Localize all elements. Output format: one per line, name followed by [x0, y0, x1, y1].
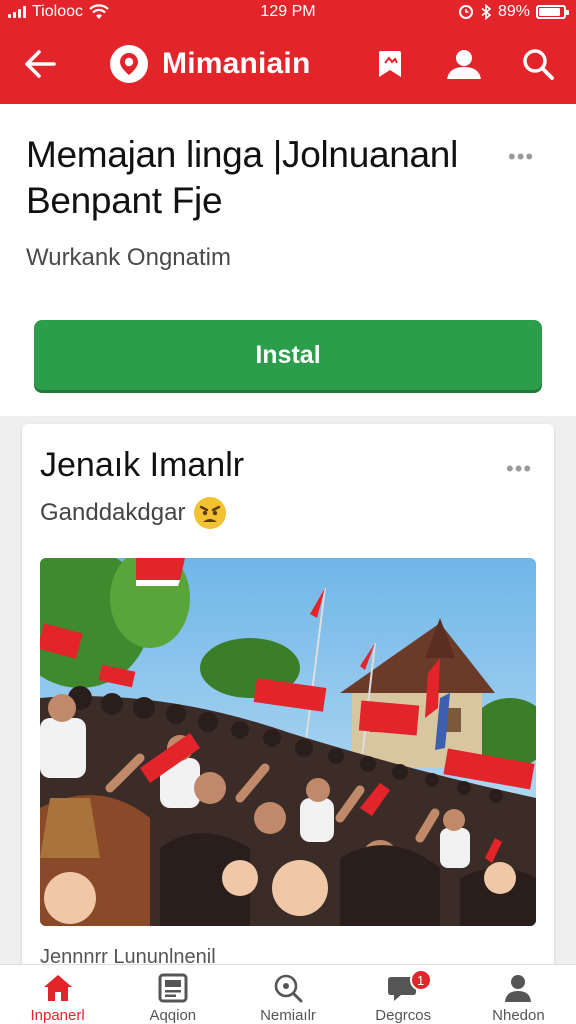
app-bar: Mimaniain [0, 24, 576, 104]
post-title: Jenaık Imanlr [40, 446, 245, 484]
more-options-icon[interactable]: ••• [508, 144, 534, 170]
install-button[interactable]: Instal [34, 320, 542, 390]
nav-label-news: Aqqion [149, 1007, 197, 1024]
chat-badge: 1 [409, 969, 432, 991]
rally-crowd-image[interactable] [40, 558, 536, 926]
search-button[interactable] [518, 44, 558, 84]
angry-face-emoji-icon [194, 497, 227, 529]
battery-fill [539, 8, 561, 16]
post-card: Jenaık Imanlr ••• Ganddakdgar Jennnrr Lu… [22, 424, 554, 964]
news-icon [158, 973, 188, 1003]
account-icon [505, 975, 532, 1002]
bookmark-button[interactable] [370, 44, 410, 84]
post-subtitle: Ganddakdgar [40, 499, 186, 526]
nav-item-account[interactable]: Nhedon [461, 965, 576, 1024]
nav-item-explore[interactable]: Nemiaılr [230, 965, 345, 1024]
post-subtitle-row: Ganddakdgar [40, 496, 227, 530]
app-install-title: Memajan linga |Jolnuananl Benpant Fje [26, 134, 459, 221]
post-more-options-icon[interactable]: ••• [506, 456, 532, 482]
profile-icon [447, 50, 481, 79]
home-icon [43, 975, 72, 1001]
nav-item-chat[interactable]: 1 Degrcos [346, 965, 461, 1024]
status-left: Tiolooc [8, 3, 109, 21]
profile-button[interactable] [444, 44, 484, 84]
nav-label-explore: Nemiaılr [260, 1007, 316, 1024]
battery-icon [536, 5, 569, 19]
signal-icon [8, 6, 26, 18]
app-install-card: Memajan linga |Jolnuananl Benpant Fje ••… [0, 104, 576, 416]
wifi-icon [89, 4, 109, 19]
bottom-navigation: Inpanerl Aqqion Nemiaılr 1 Degrcos Nhedo… [0, 964, 576, 1024]
status-bar: Tiolooc 129 PM 89% [0, 0, 576, 24]
status-right: 89% [458, 3, 569, 21]
carrier-label: Tiolooc [32, 3, 83, 20]
nav-label-account: Nhedon [492, 1007, 545, 1024]
bookmark-icon [379, 51, 401, 77]
brand: Mimaniain [110, 45, 311, 83]
nav-item-news[interactable]: Aqqion [115, 965, 230, 1024]
battery-percent: 89% [497, 3, 530, 20]
app-title: Mimaniain [162, 47, 311, 80]
nav-label-chat: Degrcos [375, 1007, 432, 1024]
app-install-subtitle: Wurkank Ongnatim [26, 244, 231, 271]
nav-label-home: Inpanerl [30, 1007, 85, 1024]
app-actions [370, 44, 558, 84]
alarm-icon [458, 5, 473, 19]
brand-logo-icon [110, 45, 148, 83]
bluetooth-icon [481, 4, 492, 20]
back-button[interactable] [18, 42, 62, 86]
back-arrow-icon [25, 50, 56, 78]
post-caption: Jennnrr Lununlnenil [40, 946, 216, 964]
nav-item-home[interactable]: Inpanerl [0, 965, 115, 1024]
explore-icon [274, 974, 303, 1003]
search-icon [523, 49, 554, 80]
